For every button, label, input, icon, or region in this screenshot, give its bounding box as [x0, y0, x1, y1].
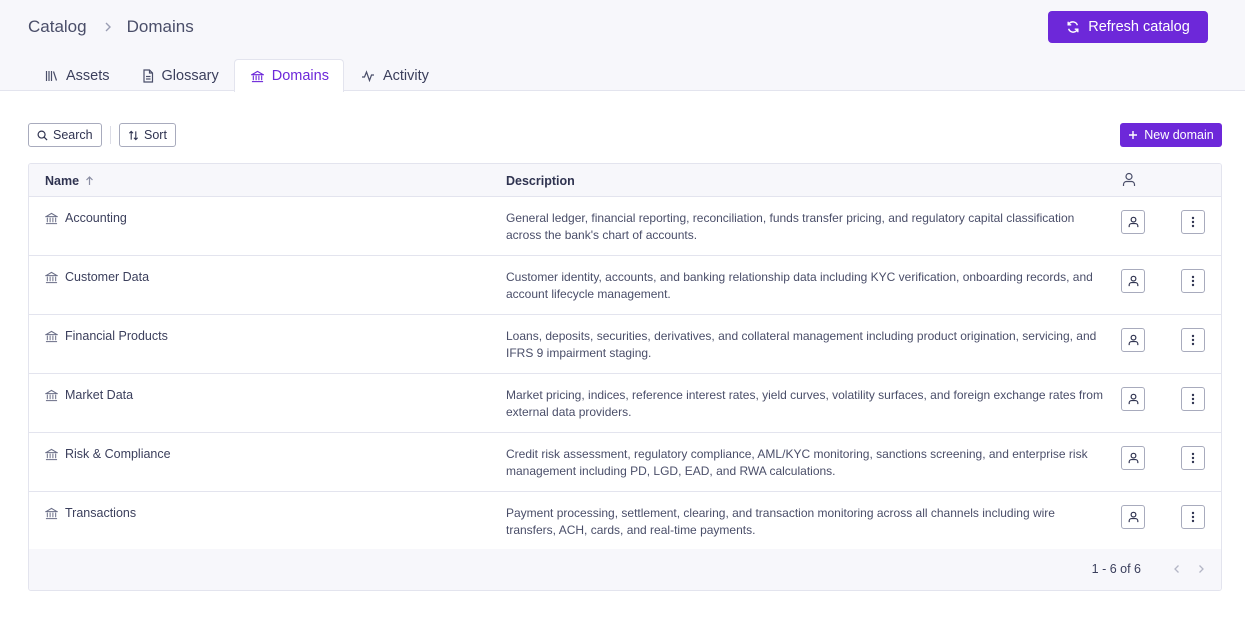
chevron-right-icon — [103, 21, 113, 33]
domain-description: Market pricing, indices, reference inter… — [506, 388, 1103, 419]
domain-name-cell[interactable]: Financial Products — [45, 329, 168, 343]
table-header: Name Description — [29, 164, 1221, 197]
tab-label: Glossary — [161, 67, 219, 84]
domain-description: Credit risk assessment, regulatory compl… — [506, 447, 1088, 478]
table-row[interactable]: Market Data Market pricing, indices, refe… — [29, 374, 1221, 433]
domain-name-cell[interactable]: Market Data — [45, 388, 133, 402]
bank-icon — [45, 507, 58, 520]
domain-description: Customer identity, accounts, and banking… — [506, 270, 1093, 301]
more-vertical-icon — [1191, 216, 1195, 228]
tab-label: Domains — [271, 68, 329, 84]
sort-button[interactable]: Sort — [119, 123, 176, 147]
search-label: Search — [53, 128, 93, 142]
breadcrumb: Catalog Domains — [28, 16, 194, 38]
bank-icon — [45, 448, 58, 461]
refresh-icon — [1066, 20, 1080, 34]
owner-column-icon — [1122, 172, 1136, 190]
tab-activity[interactable]: Activity — [344, 59, 444, 91]
column-header-name[interactable]: Name — [45, 174, 94, 188]
domain-name-cell[interactable]: Transactions — [45, 506, 136, 520]
plus-icon — [1128, 130, 1138, 140]
domain-name[interactable]: Risk & Compliance — [65, 447, 171, 461]
user-icon — [1128, 275, 1139, 287]
domains-table: Name Description Accounting General ledge… — [28, 163, 1222, 591]
column-header-description: Description — [506, 174, 575, 188]
search-icon — [37, 130, 48, 141]
tab-domains[interactable]: Domains — [233, 59, 344, 92]
more-vertical-icon — [1191, 452, 1195, 464]
new-domain-button[interactable]: New domain — [1120, 123, 1222, 147]
more-actions-button[interactable] — [1181, 387, 1205, 411]
new-domain-label: New domain — [1144, 128, 1214, 142]
more-vertical-icon — [1191, 393, 1195, 405]
column-name-label: Name — [45, 174, 80, 188]
domain-name[interactable]: Transactions — [65, 506, 136, 520]
user-icon — [1128, 334, 1139, 346]
next-page-button[interactable] — [1193, 561, 1209, 577]
domain-description: General ledger, financial reporting, rec… — [506, 211, 1075, 242]
more-actions-button[interactable] — [1181, 505, 1205, 529]
chevron-right-icon — [1199, 565, 1204, 573]
refresh-label: Refresh catalog — [1088, 19, 1190, 35]
sort-ascending-icon — [85, 176, 94, 186]
user-icon — [1128, 216, 1139, 228]
activity-icon — [361, 69, 375, 82]
domain-name-cell[interactable]: Accounting — [45, 211, 127, 225]
assign-owner-button[interactable] — [1121, 210, 1145, 234]
domain-name[interactable]: Market Data — [65, 388, 133, 402]
top-bar: Catalog Domains Refresh catalog Assets G… — [0, 0, 1245, 92]
bank-icon — [250, 70, 264, 83]
tab-bar: Assets Glossary Domains Activity — [28, 59, 444, 92]
table-row[interactable]: Accounting General ledger, financial repo… — [29, 197, 1221, 256]
more-vertical-icon — [1191, 275, 1195, 287]
user-icon — [1128, 393, 1139, 405]
search-button[interactable]: Search — [28, 123, 102, 147]
more-actions-button[interactable] — [1181, 269, 1205, 293]
tab-assets[interactable]: Assets — [28, 59, 125, 91]
domain-name[interactable]: Financial Products — [65, 329, 168, 343]
refresh-catalog-button[interactable]: Refresh catalog — [1048, 11, 1208, 43]
domain-description: Loans, deposits, securities, derivatives… — [506, 329, 1097, 360]
domain-name[interactable]: Customer Data — [65, 270, 149, 284]
more-actions-button[interactable] — [1181, 328, 1205, 352]
bank-icon — [45, 271, 58, 284]
library-icon — [45, 70, 58, 82]
table-row[interactable]: Customer Data Customer identity, accounts… — [29, 256, 1221, 315]
more-vertical-icon — [1191, 334, 1195, 346]
previous-page-button[interactable] — [1169, 561, 1185, 577]
domain-name-cell[interactable]: Customer Data — [45, 270, 149, 284]
more-vertical-icon — [1191, 511, 1195, 523]
table-row[interactable]: Transactions Payment processing, settleme… — [29, 492, 1221, 551]
assign-owner-button[interactable] — [1121, 269, 1145, 293]
chevron-left-icon — [1174, 565, 1179, 573]
sort-icon — [128, 130, 139, 141]
domain-name[interactable]: Accounting — [65, 211, 127, 225]
tab-label: Activity — [382, 67, 429, 84]
more-actions-button[interactable] — [1181, 446, 1205, 470]
pagination-label: 1 - 6 of 6 — [1091, 562, 1141, 576]
assign-owner-button[interactable] — [1121, 328, 1145, 352]
table-row[interactable]: Risk & Compliance Credit risk assessment,… — [29, 433, 1221, 492]
bank-icon — [45, 330, 58, 343]
more-actions-button[interactable] — [1181, 210, 1205, 234]
sort-label: Sort — [144, 128, 167, 142]
breadcrumb-current: Domains — [126, 17, 194, 36]
table-row[interactable]: Financial Products Loans, deposits, secur… — [29, 315, 1221, 374]
domain-name-cell[interactable]: Risk & Compliance — [45, 447, 171, 461]
bank-icon — [45, 389, 58, 402]
domain-description: Payment processing, settlement, clearing… — [506, 506, 1055, 537]
document-icon — [142, 68, 154, 83]
tab-label: Assets — [66, 67, 110, 84]
user-icon — [1128, 452, 1139, 464]
assign-owner-button[interactable] — [1121, 505, 1145, 529]
assign-owner-button[interactable] — [1121, 446, 1145, 470]
breadcrumb-root[interactable]: Catalog — [28, 17, 87, 37]
assign-owner-button[interactable] — [1121, 387, 1145, 411]
toolbar-divider — [110, 126, 111, 144]
tab-glossary[interactable]: Glossary — [125, 59, 234, 91]
bank-icon — [45, 212, 58, 225]
table-footer: 1 - 6 of 6 — [29, 549, 1221, 590]
user-icon — [1128, 511, 1139, 523]
